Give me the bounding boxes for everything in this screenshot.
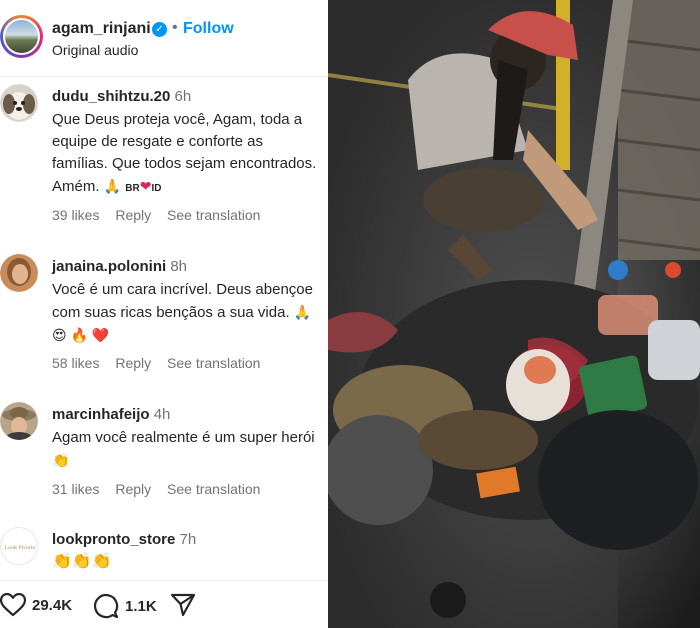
rescue-photo <box>328 0 700 628</box>
comment-username[interactable]: lookpronto_store 7h <box>52 531 196 548</box>
comment-item: Look Pronto lookpronto_store 7h 👏👏👏 <box>0 527 328 577</box>
avatar-logo-text: Look Pronto <box>5 545 36 551</box>
comment-avatar[interactable] <box>0 84 38 122</box>
comment-meta: 31 likes Reply See translation <box>52 481 272 497</box>
country-tag-id: ID <box>151 183 162 194</box>
comment-time: 7h <box>179 531 197 548</box>
comment-time: 4h <box>153 406 171 423</box>
verified-badge-icon: ✓ <box>152 22 167 37</box>
original-audio-link[interactable]: Original audio <box>52 42 138 58</box>
comment-username[interactable]: janaina.polonini 8h <box>52 258 187 275</box>
comment-time: 6h <box>174 88 192 105</box>
header-username[interactable]: agam_rinjani <box>52 20 151 38</box>
post-header: agam_rinjani ✓ • Follow Original audio <box>0 0 328 77</box>
reply-button[interactable]: Reply <box>115 481 151 497</box>
likes-count[interactable]: 31 likes <box>52 481 99 497</box>
clap-emojis: 👏👏👏 <box>52 553 112 570</box>
see-translation-button[interactable]: See translation <box>167 355 260 371</box>
comment-item: janaina.polonini 8h Você é um cara incrí… <box>0 254 328 374</box>
action-bar: 29.4K 1.1K <box>0 580 328 628</box>
see-translation-button[interactable]: See translation <box>167 207 260 223</box>
comment-meta: 58 likes Reply See translation <box>52 355 272 371</box>
heart-icon[interactable] <box>0 593 26 617</box>
comment-text: Você é um cara incrível. Deus abençoe co… <box>52 281 313 343</box>
country-tag-br: BR <box>125 183 140 194</box>
comment-avatar[interactable]: Look Pronto <box>0 527 38 565</box>
comments-total: 1.1K <box>125 597 157 615</box>
reply-button[interactable]: Reply <box>115 207 151 223</box>
comment-avatar[interactable] <box>0 402 38 440</box>
likes-total: 29.4K <box>32 596 73 614</box>
comments-panel: agam_rinjani ✓ • Follow Original audio d… <box>0 0 328 628</box>
avatar-image <box>3 18 40 55</box>
comment-item: dudu_shihtzu.20 6h Que Deus proteja você… <box>0 84 328 234</box>
see-translation-button[interactable]: See translation <box>167 481 260 497</box>
separator-dot: • <box>172 19 178 36</box>
comment-text: Que Deus proteja você, Agam, toda a equi… <box>52 111 317 195</box>
likes-count[interactable]: 58 likes <box>52 355 99 371</box>
comment-text: 👏👏👏 <box>52 551 320 573</box>
comment-meta: 39 likes Reply See translation <box>52 207 272 223</box>
reply-button[interactable]: Reply <box>115 355 151 371</box>
like-action[interactable]: 29.4K <box>0 593 72 617</box>
comment-username[interactable]: marcinhafeijo 4h <box>52 406 170 423</box>
comment-action[interactable]: 1.1K <box>93 593 157 619</box>
pray-emoji: 🙏 <box>103 178 122 194</box>
send-icon[interactable] <box>170 593 196 617</box>
comment-time: 8h <box>170 258 188 275</box>
follow-button[interactable]: Follow <box>183 20 234 38</box>
clap-emoji: 👏 <box>52 452 70 468</box>
comment-avatar[interactable] <box>0 254 38 292</box>
comment-icon[interactable] <box>93 593 119 619</box>
comment-username[interactable]: dudu_shihtzu.20 6h <box>52 88 191 105</box>
likes-count[interactable]: 39 likes <box>52 207 99 223</box>
heart-emoji: ❤ <box>139 178 152 194</box>
profile-avatar[interactable] <box>0 15 43 58</box>
comment-item: marcinhafeijo 4h Agam você realmente é u… <box>0 402 328 502</box>
share-action[interactable] <box>170 593 196 617</box>
comment-text: Agam você realmente é um super herói 👏 <box>52 429 315 468</box>
post-photo <box>328 0 700 628</box>
